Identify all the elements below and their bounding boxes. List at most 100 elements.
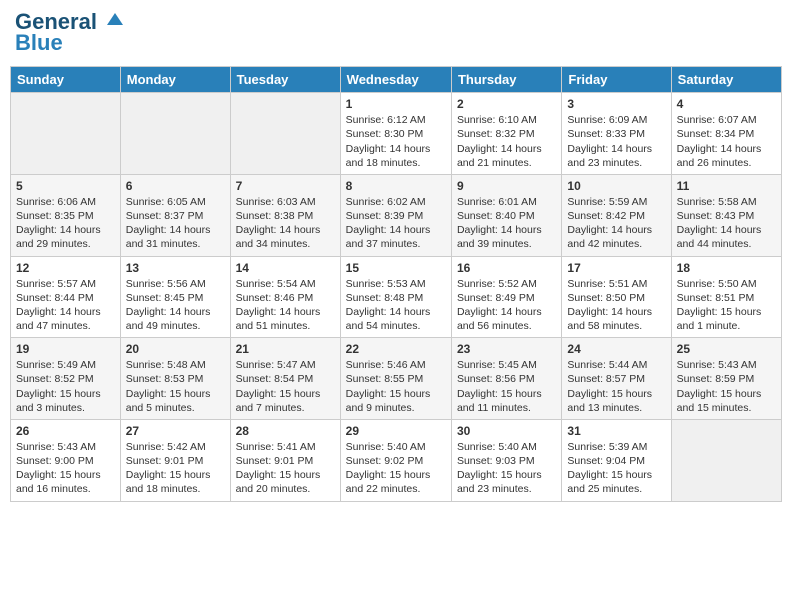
day-number: 25	[677, 342, 776, 356]
calendar-cell: 3 Sunrise: 6:09 AM Sunset: 8:33 PM Daylig…	[562, 93, 671, 175]
day-number: 29	[346, 424, 446, 438]
calendar-cell: 13 Sunrise: 5:56 AM Sunset: 8:45 PM Dayli…	[120, 256, 230, 338]
calendar-week-row: 12Sunrise: 5:57 AM Sunset: 8:44 PM Dayli…	[11, 256, 782, 338]
day-number: 22	[346, 342, 446, 356]
cell-content: Sunrise: 6:12 AM Sunset: 8:30 PM Dayligh…	[346, 113, 446, 170]
day-number: 24	[567, 342, 665, 356]
day-number: 17	[567, 261, 665, 275]
calendar-cell: 4Sunrise: 6:07 AM Sunset: 8:34 PM Daylig…	[671, 93, 781, 175]
cell-content: Sunrise: 5:58 AM Sunset: 8:43 PM Dayligh…	[677, 195, 776, 252]
calendar-cell: 16 Sunrise: 5:52 AM Sunset: 8:49 PM Dayli…	[451, 256, 561, 338]
day-number: 2	[457, 97, 556, 111]
calendar-cell: 24 Sunrise: 5:44 AM Sunset: 8:57 PM Dayli…	[562, 338, 671, 420]
cell-content: Sunrise: 6:05 AM Sunset: 8:37 PM Dayligh…	[126, 195, 225, 252]
calendar-cell: 14 Sunrise: 5:54 AM Sunset: 8:46 PM Dayli…	[230, 256, 340, 338]
day-number: 6	[126, 179, 225, 193]
calendar-header-row: SundayMondayTuesdayWednesdayThursdayFrid…	[11, 67, 782, 93]
calendar-cell	[120, 93, 230, 175]
cell-content: Sunrise: 5:40 AM Sunset: 9:03 PM Dayligh…	[457, 440, 556, 497]
cell-content: Sunrise: 5:50 AM Sunset: 8:51 PM Dayligh…	[677, 277, 776, 334]
calendar-week-row: 26 Sunrise: 5:43 AM Sunset: 9:00 PM Dayli…	[11, 419, 782, 501]
cell-content: Sunrise: 6:09 AM Sunset: 8:33 PM Dayligh…	[567, 113, 665, 170]
calendar-cell: 19 Sunrise: 5:49 AM Sunset: 8:52 PM Dayli…	[11, 338, 121, 420]
cell-content: Sunrise: 5:49 AM Sunset: 8:52 PM Dayligh…	[16, 358, 115, 415]
cell-content: Sunrise: 5:44 AM Sunset: 8:57 PM Dayligh…	[567, 358, 665, 415]
cell-content: Sunrise: 5:51 AM Sunset: 8:50 PM Dayligh…	[567, 277, 665, 334]
calendar-cell	[230, 93, 340, 175]
cell-content: Sunrise: 5:53 AM Sunset: 8:48 PM Dayligh…	[346, 277, 446, 334]
calendar-cell: 8 Sunrise: 6:02 AM Sunset: 8:39 PM Daylig…	[340, 174, 451, 256]
cell-content: Sunrise: 5:42 AM Sunset: 9:01 PM Dayligh…	[126, 440, 225, 497]
day-number: 31	[567, 424, 665, 438]
cell-content: Sunrise: 6:01 AM Sunset: 8:40 PM Dayligh…	[457, 195, 556, 252]
cell-content: Sunrise: 6:10 AM Sunset: 8:32 PM Dayligh…	[457, 113, 556, 170]
day-number: 8	[346, 179, 446, 193]
day-number: 14	[236, 261, 335, 275]
cell-content: Sunrise: 5:56 AM Sunset: 8:45 PM Dayligh…	[126, 277, 225, 334]
calendar-cell: 20 Sunrise: 5:48 AM Sunset: 8:53 PM Dayli…	[120, 338, 230, 420]
day-number: 21	[236, 342, 335, 356]
page-header: General Blue	[10, 10, 782, 56]
cell-content: Sunrise: 5:52 AM Sunset: 8:49 PM Dayligh…	[457, 277, 556, 334]
calendar-cell: 1Sunrise: 6:12 AM Sunset: 8:30 PM Daylig…	[340, 93, 451, 175]
calendar-cell: 23 Sunrise: 5:45 AM Sunset: 8:56 PM Dayli…	[451, 338, 561, 420]
calendar-cell	[11, 93, 121, 175]
day-number: 3	[567, 97, 665, 111]
calendar-week-row: 19 Sunrise: 5:49 AM Sunset: 8:52 PM Dayli…	[11, 338, 782, 420]
cell-content: Sunrise: 6:06 AM Sunset: 8:35 PM Dayligh…	[16, 195, 115, 252]
day-number: 13	[126, 261, 225, 275]
calendar-cell: 27Sunrise: 5:42 AM Sunset: 9:01 PM Dayli…	[120, 419, 230, 501]
cell-content: Sunrise: 5:59 AM Sunset: 8:42 PM Dayligh…	[567, 195, 665, 252]
calendar-cell: 17 Sunrise: 5:51 AM Sunset: 8:50 PM Dayli…	[562, 256, 671, 338]
day-number: 18	[677, 261, 776, 275]
calendar-cell: 28Sunrise: 5:41 AM Sunset: 9:01 PM Dayli…	[230, 419, 340, 501]
cell-content: Sunrise: 6:03 AM Sunset: 8:38 PM Dayligh…	[236, 195, 335, 252]
day-number: 19	[16, 342, 115, 356]
calendar-cell: 6 Sunrise: 6:05 AM Sunset: 8:37 PM Daylig…	[120, 174, 230, 256]
weekday-header-monday: Monday	[120, 67, 230, 93]
calendar-cell: 25 Sunrise: 5:43 AM Sunset: 8:59 PM Dayli…	[671, 338, 781, 420]
day-number: 9	[457, 179, 556, 193]
calendar-cell: 11Sunrise: 5:58 AM Sunset: 8:43 PM Dayli…	[671, 174, 781, 256]
day-number: 28	[236, 424, 335, 438]
day-number: 23	[457, 342, 556, 356]
calendar-cell: 31 Sunrise: 5:39 AM Sunset: 9:04 PM Dayli…	[562, 419, 671, 501]
day-number: 20	[126, 342, 225, 356]
day-number: 10	[567, 179, 665, 193]
day-number: 16	[457, 261, 556, 275]
calendar-cell: 9 Sunrise: 6:01 AM Sunset: 8:40 PM Daylig…	[451, 174, 561, 256]
cell-content: Sunrise: 5:40 AM Sunset: 9:02 PM Dayligh…	[346, 440, 446, 497]
cell-content: Sunrise: 5:43 AM Sunset: 8:59 PM Dayligh…	[677, 358, 776, 415]
day-number: 30	[457, 424, 556, 438]
weekday-header-sunday: Sunday	[11, 67, 121, 93]
cell-content: Sunrise: 5:48 AM Sunset: 8:53 PM Dayligh…	[126, 358, 225, 415]
calendar-week-row: 1Sunrise: 6:12 AM Sunset: 8:30 PM Daylig…	[11, 93, 782, 175]
weekday-header-saturday: Saturday	[671, 67, 781, 93]
weekday-header-thursday: Thursday	[451, 67, 561, 93]
calendar-cell: 26 Sunrise: 5:43 AM Sunset: 9:00 PM Dayli…	[11, 419, 121, 501]
cell-content: Sunrise: 5:39 AM Sunset: 9:04 PM Dayligh…	[567, 440, 665, 497]
cell-content: Sunrise: 6:02 AM Sunset: 8:39 PM Dayligh…	[346, 195, 446, 252]
calendar-cell: 7Sunrise: 6:03 AM Sunset: 8:38 PM Daylig…	[230, 174, 340, 256]
day-number: 26	[16, 424, 115, 438]
calendar-cell: 2 Sunrise: 6:10 AM Sunset: 8:32 PM Daylig…	[451, 93, 561, 175]
calendar-cell: 22Sunrise: 5:46 AM Sunset: 8:55 PM Dayli…	[340, 338, 451, 420]
calendar-cell: 30 Sunrise: 5:40 AM Sunset: 9:03 PM Dayli…	[451, 419, 561, 501]
calendar-week-row: 5Sunrise: 6:06 AM Sunset: 8:35 PM Daylig…	[11, 174, 782, 256]
cell-content: Sunrise: 5:45 AM Sunset: 8:56 PM Dayligh…	[457, 358, 556, 415]
cell-content: Sunrise: 5:47 AM Sunset: 8:54 PM Dayligh…	[236, 358, 335, 415]
calendar-cell: 5Sunrise: 6:06 AM Sunset: 8:35 PM Daylig…	[11, 174, 121, 256]
weekday-header-wednesday: Wednesday	[340, 67, 451, 93]
weekday-header-friday: Friday	[562, 67, 671, 93]
logo: General Blue	[15, 10, 125, 56]
calendar-cell: 10 Sunrise: 5:59 AM Sunset: 8:42 PM Dayli…	[562, 174, 671, 256]
cell-content: Sunrise: 5:54 AM Sunset: 8:46 PM Dayligh…	[236, 277, 335, 334]
day-number: 4	[677, 97, 776, 111]
cell-content: Sunrise: 5:43 AM Sunset: 9:00 PM Dayligh…	[16, 440, 115, 497]
logo-icon	[105, 9, 125, 29]
calendar-cell: 12Sunrise: 5:57 AM Sunset: 8:44 PM Dayli…	[11, 256, 121, 338]
day-number: 15	[346, 261, 446, 275]
weekday-header-tuesday: Tuesday	[230, 67, 340, 93]
calendar-cell: 15 Sunrise: 5:53 AM Sunset: 8:48 PM Dayli…	[340, 256, 451, 338]
calendar-table: SundayMondayTuesdayWednesdayThursdayFrid…	[10, 66, 782, 501]
